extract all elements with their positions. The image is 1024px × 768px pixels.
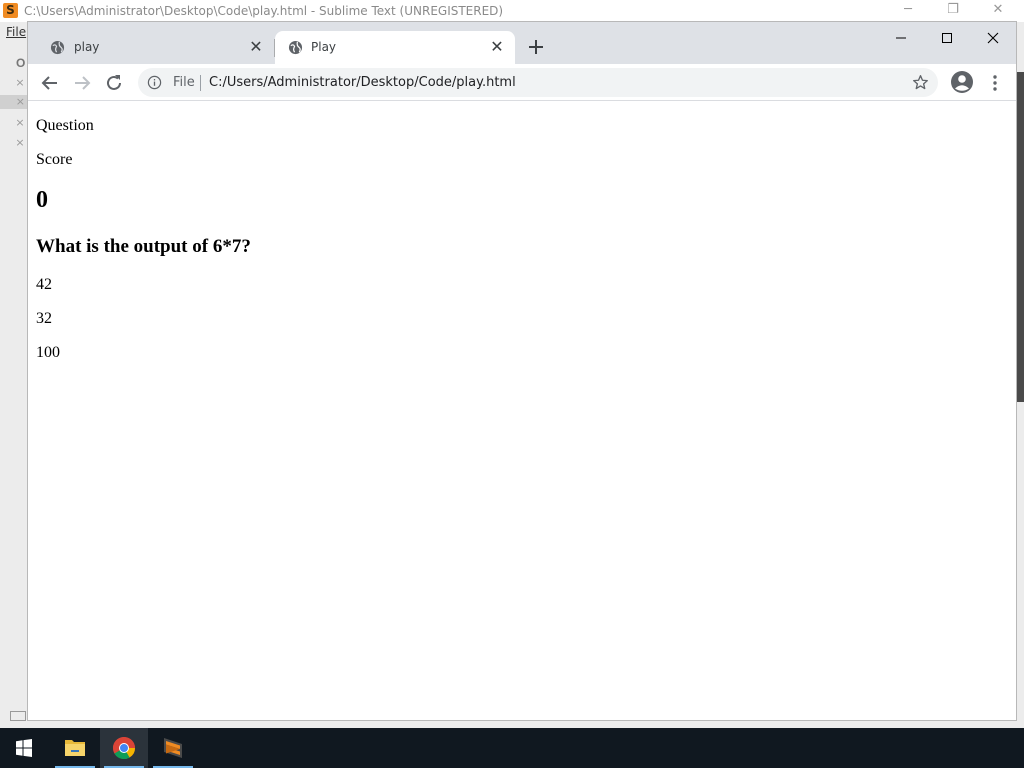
menu-kebab-icon[interactable] (984, 72, 1006, 94)
chrome-window: play ✕ Play ✕ File C:/Users/Administrato… (27, 21, 1017, 721)
address-separator (200, 75, 201, 91)
answer-choice-2[interactable]: 32 (36, 310, 52, 328)
chrome-icon (113, 737, 135, 759)
score-label: Score (36, 151, 73, 168)
tab-close-icon[interactable]: ✕ (487, 37, 507, 57)
close-window-icon[interactable] (978, 26, 1008, 50)
sublime-text-icon (164, 738, 182, 758)
tab-play-active[interactable]: Play ✕ (275, 31, 515, 64)
tab-strip: play ✕ Play ✕ (28, 22, 1016, 64)
page-content: Question Score 0 What is the output of 6… (28, 101, 1016, 720)
maximize-icon[interactable] (932, 26, 962, 50)
taskbar-file-explorer[interactable] (51, 728, 99, 768)
tab-close-icon[interactable]: ✕ (246, 37, 266, 57)
sublime-file-close-icon[interactable]: × (0, 95, 28, 109)
sublime-menu-file[interactable]: File (6, 25, 26, 39)
taskbar-chrome[interactable] (100, 728, 148, 768)
address-scheme-label: File (173, 75, 195, 90)
sublime-sidebar-letter: O (16, 56, 26, 70)
globe-icon (50, 40, 65, 55)
taskbar (0, 728, 1024, 768)
sublime-file-close-icon[interactable]: × (13, 136, 27, 150)
windows-start-icon[interactable] (0, 728, 48, 768)
sublime-window-title: C:\Users\Administrator\Desktop\Code\play… (24, 4, 504, 18)
sublime-titlebar: S C:\Users\Administrator\Desktop\Code\pl… (0, 0, 1024, 22)
sublime-minimize-icon[interactable]: ─ (896, 2, 920, 20)
question-text: What is the output of 6*7? (36, 236, 251, 257)
taskbar-sublime[interactable] (149, 728, 197, 768)
sublime-file-close-icon[interactable]: × (13, 76, 27, 90)
info-icon[interactable] (147, 75, 162, 90)
folder-icon (65, 740, 85, 756)
back-arrow-icon[interactable] (39, 72, 61, 94)
globe-icon (288, 40, 303, 55)
sublime-scrollbar[interactable] (1016, 72, 1024, 402)
sublime-panel-icon[interactable] (10, 711, 26, 721)
sublime-close-icon[interactable]: ✕ (986, 2, 1010, 20)
tab-title: play (74, 40, 100, 54)
minimize-icon[interactable] (886, 26, 916, 50)
sublime-file-close-icon[interactable]: × (13, 116, 27, 130)
tab-title: Play (311, 40, 337, 54)
reload-icon[interactable] (103, 72, 125, 94)
address-bar[interactable]: File C:/Users/Administrator/Desktop/Code… (138, 68, 938, 97)
bookmark-star-icon[interactable] (912, 74, 929, 91)
profile-avatar-icon[interactable] (950, 70, 974, 94)
tab-play-inactive[interactable]: play ✕ (38, 31, 274, 64)
score-value: 0 (36, 187, 48, 213)
browser-toolbar: File C:/Users/Administrator/Desktop/Code… (28, 64, 1016, 101)
question-label: Question (36, 117, 94, 134)
answer-choice-3[interactable]: 100 (36, 344, 60, 362)
forward-arrow-icon[interactable] (71, 72, 93, 94)
answer-choice-1[interactable]: 42 (36, 276, 52, 294)
sublime-logo-icon: S (3, 3, 18, 18)
sublime-restore-icon[interactable]: ❐ (941, 2, 965, 20)
address-url[interactable]: C:/Users/Administrator/Desktop/Code/play… (209, 75, 516, 90)
new-tab-plus-icon[interactable] (525, 36, 547, 58)
